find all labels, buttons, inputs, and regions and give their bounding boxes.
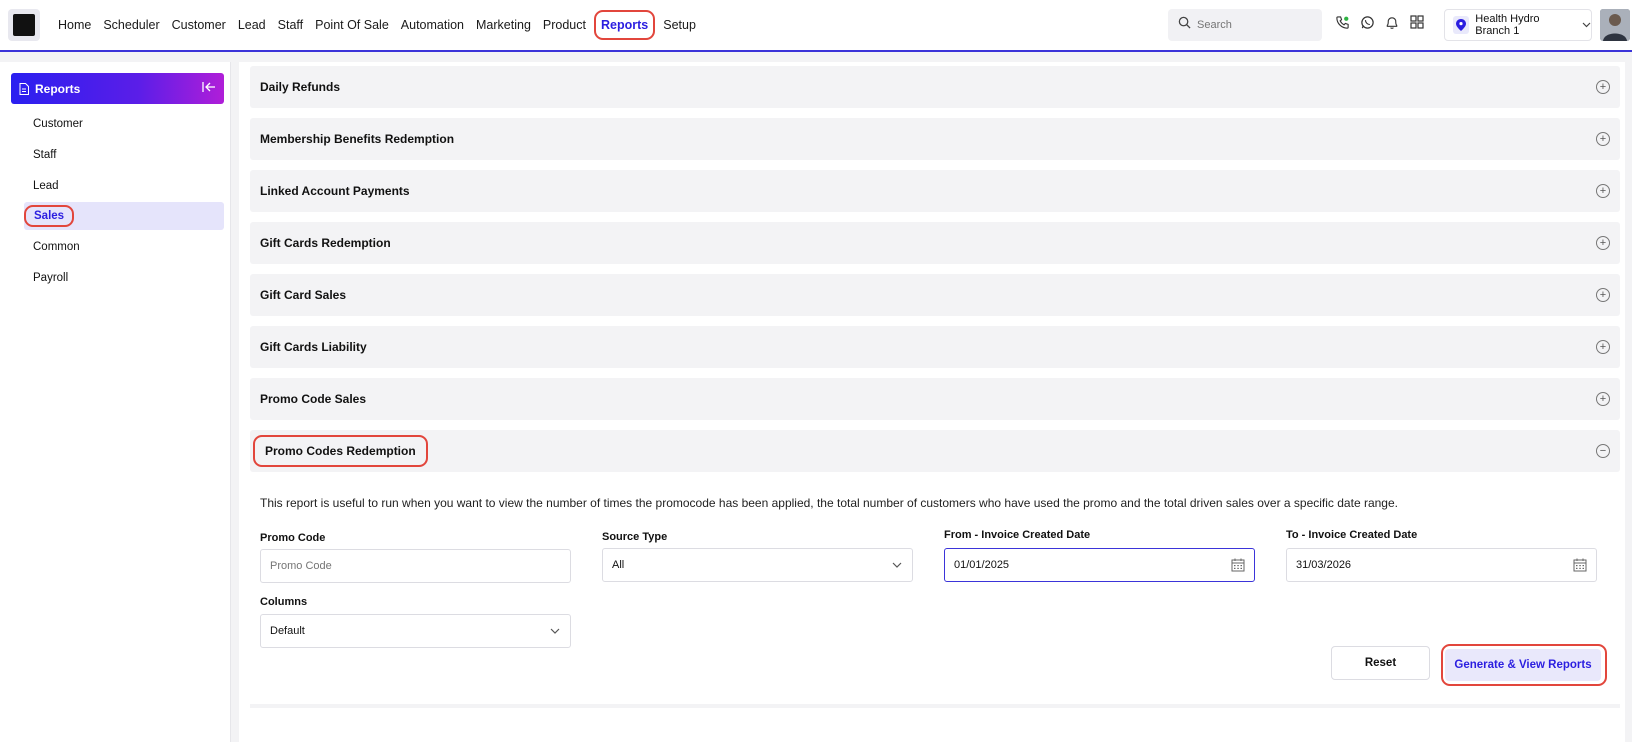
- nav-automation[interactable]: Automation: [401, 18, 464, 32]
- expand-plus-icon[interactable]: +: [1596, 288, 1610, 302]
- generate-view-reports-button[interactable]: Generate & View Reports: [1445, 649, 1601, 681]
- nav-reports[interactable]: Reports: [594, 10, 656, 40]
- sidebar-title: Reports: [35, 81, 81, 96]
- accordion-title: Gift Card Sales: [260, 288, 347, 302]
- nav-point-of-sale[interactable]: Point Of Sale: [315, 18, 389, 32]
- bell-icon[interactable]: [1384, 14, 1400, 30]
- accordion-promo-codes-redemption[interactable]: Promo Codes Redemption −: [250, 430, 1620, 472]
- nav-setup[interactable]: Setup: [663, 18, 696, 32]
- source-type-value: All: [612, 559, 625, 571]
- search-icon: [1178, 16, 1191, 34]
- accordion-daily-refunds[interactable]: Daily Refunds +: [250, 66, 1620, 108]
- nav-staff[interactable]: Staff: [278, 18, 303, 32]
- logo-mark: [13, 14, 35, 36]
- to-date-label: To - Invoice Created Date: [1286, 529, 1418, 541]
- sidebar-item-sales-label: Sales: [24, 205, 75, 227]
- calendar-icon[interactable]: [1231, 558, 1245, 575]
- reset-button[interactable]: Reset: [1331, 646, 1430, 680]
- source-type-select[interactable]: All: [602, 548, 913, 582]
- sidebar-item-staff[interactable]: Staff: [24, 141, 56, 169]
- main-nav: Home Scheduler Customer Lead Staff Point…: [52, 0, 702, 50]
- collapse-sidebar-icon[interactable]: [202, 81, 216, 96]
- accordion-gift-cards-liability[interactable]: Gift Cards Liability +: [250, 326, 1620, 368]
- nav-scheduler[interactable]: Scheduler: [103, 18, 159, 32]
- branch-label: Health Hydro Branch 1: [1475, 13, 1540, 37]
- promo-code-field[interactable]: [260, 549, 571, 583]
- accordion-title: Membership Benefits Redemption: [260, 132, 455, 146]
- nav-customer[interactable]: Customer: [172, 18, 226, 32]
- accordion-title: Gift Cards Liability: [260, 340, 367, 354]
- sidebar-header: Reports: [11, 73, 224, 104]
- reports-sidebar: Reports Customer Staff Lead Sales Common…: [0, 62, 231, 742]
- apps-grid-icon[interactable]: [1409, 14, 1425, 30]
- top-icons: [1334, 14, 1425, 30]
- from-date-value: 01/01/2025: [954, 559, 1010, 571]
- accordion-title: Gift Cards Redemption: [260, 236, 391, 250]
- columns-value: Default: [270, 625, 305, 637]
- nav-product[interactable]: Product: [543, 18, 586, 32]
- sidebar-item-payroll[interactable]: Payroll: [24, 264, 68, 292]
- to-date-field[interactable]: 31/03/2026: [1286, 548, 1597, 582]
- phone-call-icon[interactable]: [1334, 14, 1350, 30]
- nav-lead[interactable]: Lead: [238, 18, 266, 32]
- accordion-title: Promo Codes Redemption: [253, 435, 428, 467]
- report-file-icon: [19, 82, 29, 95]
- collapse-minus-icon[interactable]: −: [1596, 444, 1610, 458]
- sidebar-item-common[interactable]: Common: [24, 233, 80, 261]
- nav-home[interactable]: Home: [58, 18, 91, 32]
- search-input[interactable]: [1197, 19, 1317, 31]
- top-bar: Home Scheduler Customer Lead Staff Point…: [0, 0, 1632, 52]
- accordion-promo-code-sales[interactable]: Promo Code Sales +: [250, 378, 1620, 420]
- chevron-down-icon: [1582, 19, 1591, 31]
- expand-plus-icon[interactable]: +: [1596, 184, 1610, 198]
- calendar-icon[interactable]: [1573, 558, 1587, 575]
- chevron-down-icon: [892, 560, 902, 572]
- sidebar-item-sales[interactable]: Sales: [24, 202, 224, 230]
- expand-plus-icon[interactable]: +: [1596, 132, 1610, 146]
- accordion-title: Promo Code Sales: [260, 392, 367, 406]
- promo-code-input[interactable]: [270, 560, 540, 572]
- sidebar-item-customer[interactable]: Customer: [24, 110, 83, 138]
- next-section-edge: [250, 704, 1620, 708]
- from-date-label: From - Invoice Created Date: [944, 529, 1091, 541]
- expand-plus-icon[interactable]: +: [1596, 392, 1610, 406]
- location-pin-icon: [1453, 16, 1470, 34]
- expand-plus-icon[interactable]: +: [1596, 340, 1610, 354]
- promo-code-label: Promo Code: [260, 532, 326, 544]
- branch-selector[interactable]: Health Hydro Branch 1: [1444, 9, 1592, 41]
- report-description: This report is useful to run when you wa…: [260, 496, 1398, 510]
- accordion-gift-cards-redemption[interactable]: Gift Cards Redemption +: [250, 222, 1620, 264]
- accordion-membership-benefits-redemption[interactable]: Membership Benefits Redemption +: [250, 118, 1620, 160]
- to-date-value: 31/03/2026: [1296, 559, 1352, 571]
- sidebar-item-lead[interactable]: Lead: [24, 172, 59, 200]
- report-content: Daily Refunds + Membership Benefits Rede…: [239, 62, 1625, 742]
- expand-plus-icon[interactable]: +: [1596, 80, 1610, 94]
- expand-plus-icon[interactable]: +: [1596, 236, 1610, 250]
- accordion-title: Daily Refunds: [260, 80, 341, 94]
- nav-marketing[interactable]: Marketing: [476, 18, 531, 32]
- chevron-down-icon: [550, 626, 560, 638]
- user-avatar[interactable]: [1600, 9, 1630, 41]
- app-logo[interactable]: [8, 9, 40, 41]
- columns-label: Columns: [260, 596, 308, 608]
- accordion-gift-card-sales[interactable]: Gift Card Sales +: [250, 274, 1620, 316]
- columns-select[interactable]: Default: [260, 614, 571, 648]
- from-date-field[interactable]: 01/01/2025: [944, 548, 1255, 582]
- search-box[interactable]: [1168, 9, 1322, 41]
- accordion-linked-account-payments[interactable]: Linked Account Payments +: [250, 170, 1620, 212]
- whatsapp-icon[interactable]: [1359, 14, 1375, 30]
- source-type-label: Source Type: [602, 531, 668, 543]
- accordion-title: Linked Account Payments: [260, 184, 410, 198]
